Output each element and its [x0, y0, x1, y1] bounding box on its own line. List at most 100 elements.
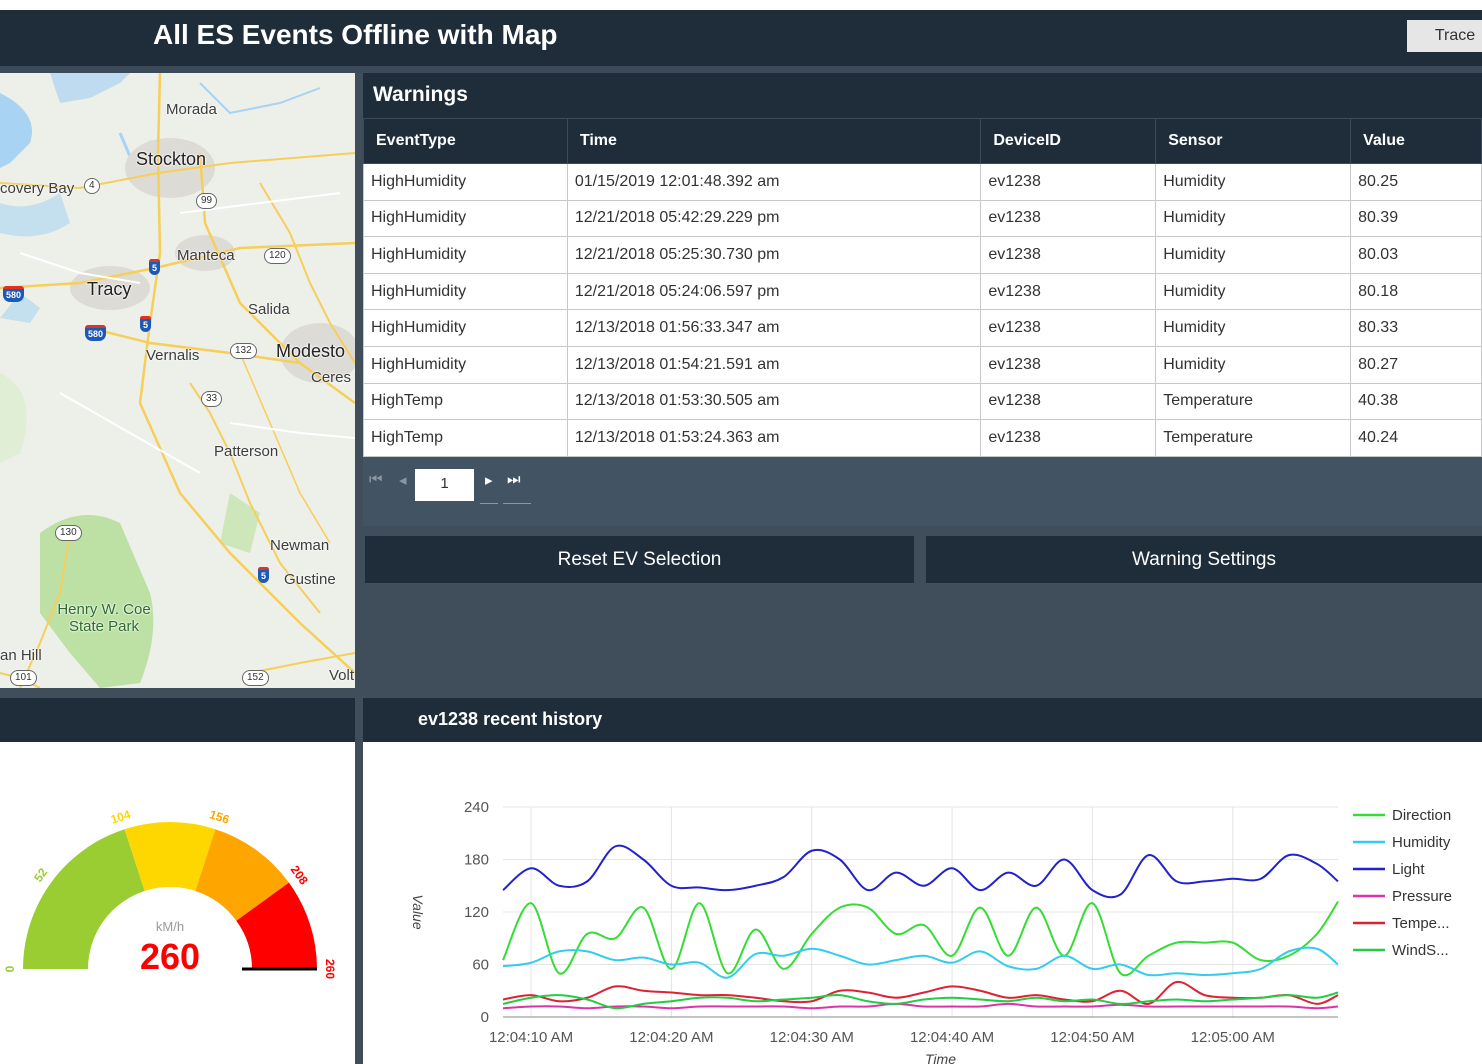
column-header-deviceid[interactable]: DeviceID	[980, 118, 1157, 164]
cell-eventtype: HighHumidity	[363, 236, 568, 274]
column-header-time[interactable]: Time	[566, 118, 982, 164]
map-place-morgan-hill: an Hill	[0, 647, 42, 664]
x-tick-label: 12:04:40 AM	[910, 1029, 994, 1046]
chart-panel-title: ev1238 recent history	[363, 698, 1482, 742]
table-row[interactable]: HighHumidity 12/21/2018 05:25:30.730 pm ev…	[363, 236, 1482, 274]
x-axis-title: Time	[925, 1051, 956, 1064]
gauge-value-label: 260	[140, 936, 200, 977]
cell-sensor: Temperature	[1155, 382, 1352, 421]
map-view[interactable]: Morada Stockton covery Bay Manteca Tracy…	[0, 73, 355, 688]
gauge-tick-label: 104	[109, 807, 133, 827]
route-shield-icon: 152	[242, 670, 269, 686]
table-row[interactable]: HighHumidity 12/21/2018 05:42:29.229 pm ev…	[363, 199, 1482, 238]
warnings-title: Warnings	[363, 73, 1482, 118]
panel-divider	[355, 698, 363, 1064]
y-tick-label: 240	[464, 799, 489, 816]
cell-eventtype: HighHumidity	[363, 163, 568, 201]
x-tick-label: 12:04:20 AM	[629, 1029, 713, 1046]
cell-deviceid: ev1238	[980, 236, 1157, 274]
interstate-shield-icon: 5	[140, 316, 152, 332]
cell-value: 40.24	[1350, 419, 1482, 457]
cell-time: 12/21/2018 05:25:30.730 pm	[566, 236, 982, 274]
table-row[interactable]: HighHumidity 01/15/2019 12:01:48.392 am ev…	[363, 163, 1482, 201]
header-divider	[0, 66, 1482, 73]
map-place-manteca: Manteca	[177, 247, 235, 264]
page-number-input[interactable]: 1	[415, 469, 474, 501]
reset-ev-selection-button[interactable]: Reset EV Selection	[365, 536, 914, 583]
cell-value: 80.25	[1350, 163, 1482, 201]
cell-value: 80.27	[1350, 345, 1482, 384]
gauge-tick-label: 208	[288, 863, 311, 888]
series-line-light[interactable]	[502, 844, 1339, 899]
column-header-value[interactable]: Value	[1350, 118, 1482, 164]
history-line-chart: 0 60 120 180 240 12:04:10 AM 12:04:20 AM 12:04:…	[410, 799, 1452, 1064]
warnings-panel: Warnings EventType Time DeviceID Sensor …	[363, 73, 1482, 526]
table-row[interactable]: HighTemp 12/13/2018 01:53:24.363 am ev1238…	[363, 419, 1482, 457]
cell-value: 80.18	[1350, 272, 1482, 311]
map-place-newman: Newman	[270, 537, 330, 554]
x-tick-label: 12:04:10 AM	[489, 1029, 573, 1046]
table-row[interactable]: HighHumidity 12/13/2018 01:56:33.347 am ev…	[363, 309, 1482, 347]
cell-sensor: Humidity	[1155, 236, 1352, 274]
last-page-icon[interactable]: ⏭	[507, 471, 521, 488]
gauge-panel-header	[0, 698, 355, 742]
column-header-sensor[interactable]: Sensor	[1155, 118, 1352, 164]
trace-button[interactable]: Trace	[1407, 20, 1482, 52]
map-place-morada: Morada	[166, 101, 217, 118]
y-tick-label: 60	[472, 957, 489, 974]
cell-time: 12/21/2018 05:24:06.597 pm	[566, 272, 982, 311]
warnings-table: EventType Time DeviceID Sensor Value Hig…	[363, 118, 1482, 457]
y-tick-label: 120	[464, 904, 489, 921]
cell-sensor: Humidity	[1155, 199, 1352, 238]
legend-item[interactable]: Pressure	[1392, 888, 1452, 905]
legend-item[interactable]: Light	[1392, 861, 1425, 878]
next-page-icon[interactable]: ▸	[485, 471, 493, 489]
first-page-icon[interactable]: ⏮	[369, 471, 383, 488]
prev-page-icon[interactable]: ◂	[399, 471, 407, 489]
cell-deviceid: ev1238	[980, 272, 1157, 311]
map-place-discovery-bay: covery Bay	[0, 180, 75, 197]
cell-value: 80.33	[1350, 309, 1482, 347]
table-row[interactable]: HighHumidity 12/13/2018 01:54:21.591 am ev…	[363, 345, 1482, 384]
top-strip	[0, 0, 1482, 10]
cell-deviceid: ev1238	[980, 382, 1157, 421]
y-tick-label: 0	[481, 1009, 489, 1026]
series-line-humidity[interactable]	[502, 946, 1339, 979]
pager-underline	[503, 503, 531, 504]
interstate-shield-icon: 5	[149, 259, 161, 275]
route-shield-icon: 99	[196, 193, 218, 209]
speed-gauge: 0 52 104 156 208 260 kM/h 260	[3, 807, 337, 979]
cell-value: 80.03	[1350, 236, 1482, 274]
cell-deviceid: ev1238	[980, 199, 1157, 238]
cell-value: 80.39	[1350, 199, 1482, 238]
cell-sensor: Humidity	[1155, 163, 1352, 201]
legend-item[interactable]: Humidity	[1392, 834, 1451, 851]
cell-eventtype: HighTemp	[363, 419, 568, 457]
interstate-shield-icon: 580	[3, 286, 25, 302]
cell-deviceid: ev1238	[980, 419, 1157, 457]
route-shield-icon: 130	[55, 525, 82, 541]
route-shield-icon: 4	[84, 178, 100, 194]
map-place-stockton: Stockton	[136, 149, 207, 169]
gauge-band-green	[23, 829, 145, 969]
warning-settings-button[interactable]: Warning Settings	[926, 536, 1482, 583]
table-row[interactable]: HighHumidity 12/21/2018 05:24:06.597 pm ev…	[363, 272, 1482, 311]
cell-time: 12/13/2018 01:53:30.505 am	[566, 382, 982, 421]
cell-eventtype: HighHumidity	[363, 345, 568, 384]
cell-deviceid: ev1238	[980, 345, 1157, 384]
legend-item[interactable]: WindS...	[1392, 942, 1449, 959]
cell-eventtype: HighHumidity	[363, 199, 568, 238]
route-shield-icon: 132	[230, 343, 257, 359]
column-header-eventtype[interactable]: EventType	[363, 118, 568, 164]
page-title: All ES Events Offline with Map	[153, 19, 558, 50]
table-row[interactable]: HighTemp 12/13/2018 01:53:30.505 am ev1238…	[363, 382, 1482, 421]
map-place-coe-park: Henry W. Coe State Park	[57, 601, 151, 635]
legend-item[interactable]: Direction	[1392, 807, 1451, 824]
cell-time: 12/13/2018 01:53:24.363 am	[566, 419, 982, 457]
cell-sensor: Humidity	[1155, 272, 1352, 311]
map-place-ceres: Ceres	[311, 369, 352, 386]
legend-item[interactable]: Tempe...	[1392, 915, 1450, 932]
cell-sensor: Humidity	[1155, 309, 1352, 347]
gauge-unit-label: kM/h	[156, 919, 184, 934]
map-place-salida: Salida	[248, 301, 290, 318]
